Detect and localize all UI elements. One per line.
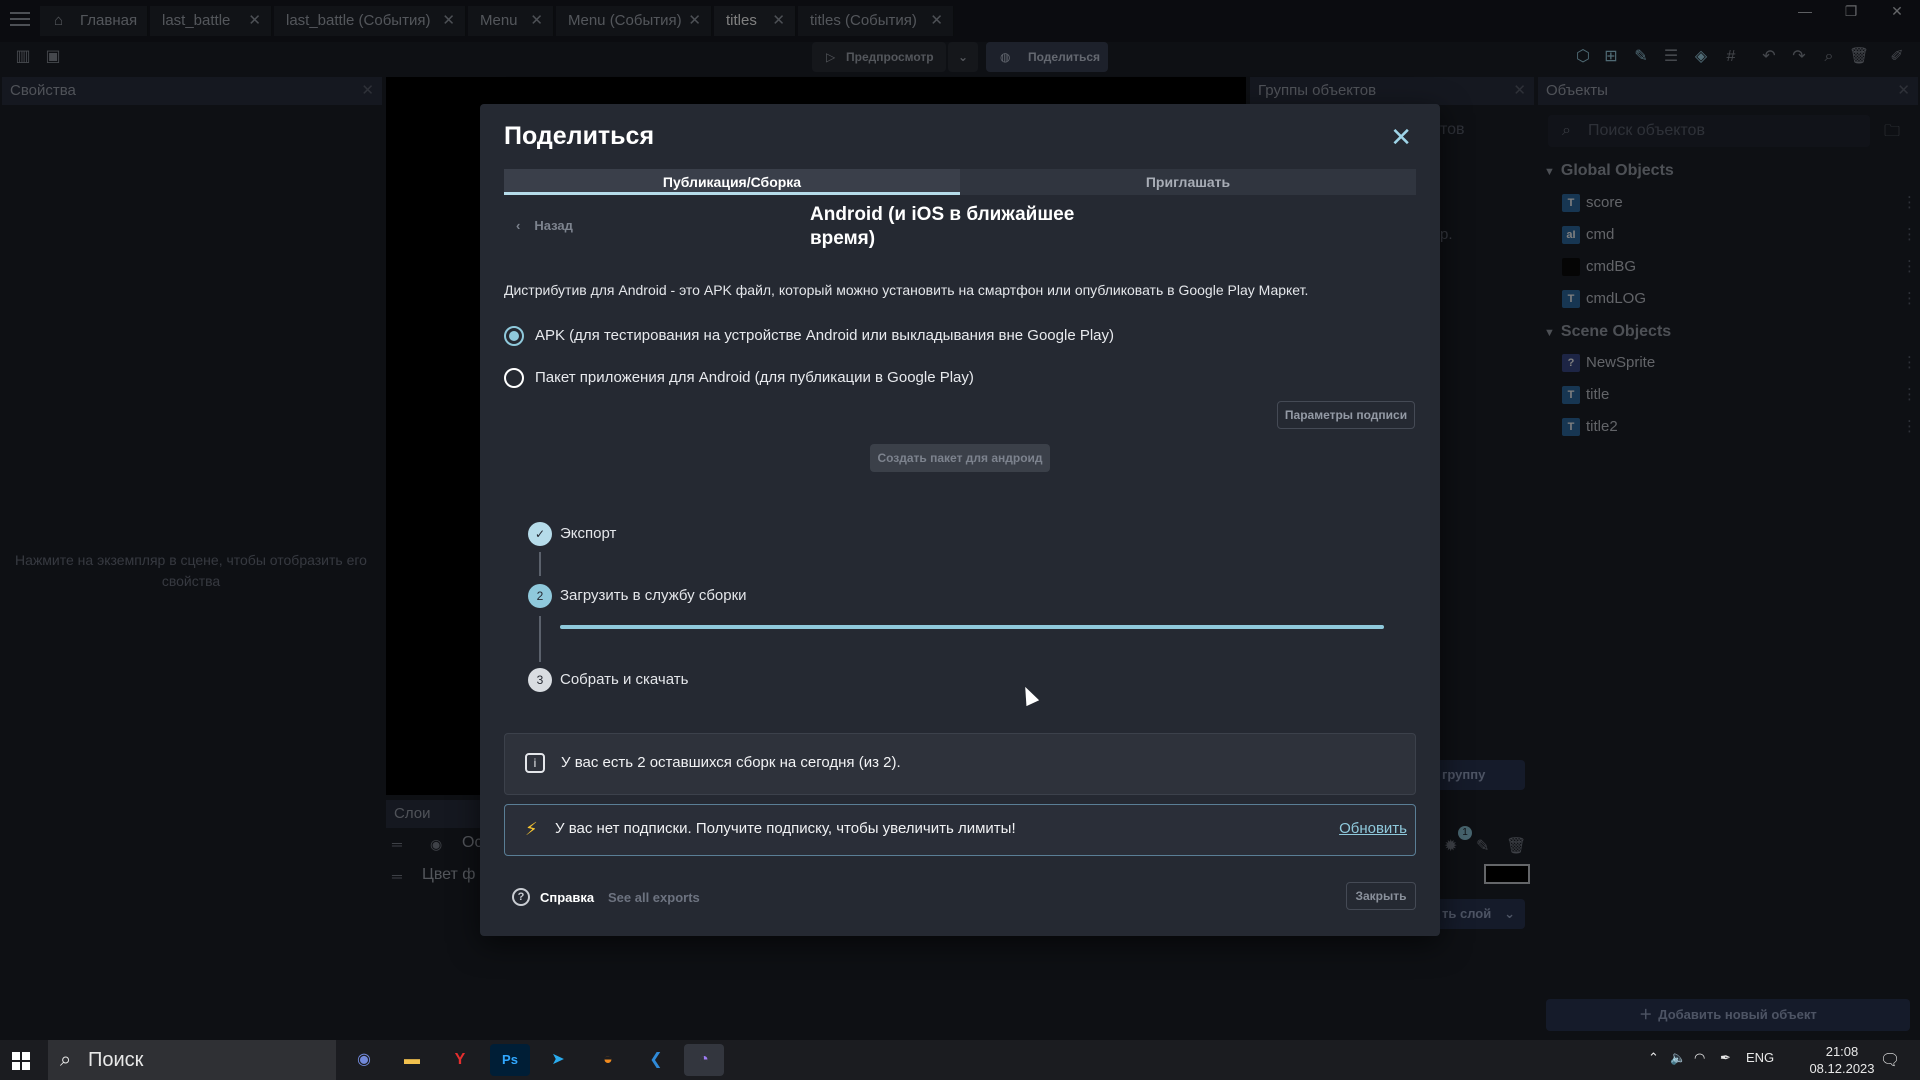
description-text: Дистрибутив для Android - это APK файл, … (504, 282, 1309, 298)
step-upload: 2 Загрузить в службу сборки (528, 584, 747, 608)
step-connector (539, 616, 541, 662)
build-android-button[interactable]: Создать пакет для андроид (870, 444, 1050, 472)
platform-heading: Android (и iOS в ближайшее время) (810, 204, 1075, 249)
telegram-icon[interactable]: ➤ (538, 1044, 578, 1076)
signing-settings-button[interactable]: Параметры подписи (1277, 401, 1415, 429)
share-dialog: Поделиться ✕ Публикация/Сборка Приглашат… (480, 104, 1440, 936)
info-icon: i (525, 753, 545, 773)
step-connector (539, 552, 541, 576)
question-icon: ? (512, 888, 530, 906)
subscription-box: ⚡ У вас нет подписки. Получите подписку,… (504, 804, 1416, 856)
notifications-icon[interactable]: 🗨 (1880, 1050, 1900, 1070)
app-icon[interactable]: ◒ (588, 1044, 628, 1076)
taskbar-search-input[interactable]: ⌕ Поиск (48, 1040, 336, 1080)
back-button[interactable]: ‹ Назад (516, 218, 573, 233)
yandex-browser-icon[interactable]: Y (440, 1044, 480, 1076)
close-dialog-button[interactable]: Закрыть (1346, 882, 1416, 910)
chevron-left-icon: ‹ (516, 218, 521, 233)
tab-invite[interactable]: Приглашать (960, 169, 1416, 195)
pen-icon[interactable]: ✒ (1720, 1050, 1731, 1066)
apk-radio[interactable]: APK (для тестирования на устройстве Andr… (504, 326, 1114, 346)
system-clock[interactable]: 21:08 08.12.2023 (1802, 1043, 1882, 1077)
step-export: ✓ Экспорт (528, 522, 616, 546)
discord-icon[interactable]: ◉ (344, 1044, 384, 1076)
file-explorer-icon[interactable]: ▬ (392, 1044, 432, 1076)
photoshop-icon[interactable]: Ps (490, 1044, 530, 1076)
gdevelop-icon[interactable]: ◔ (684, 1044, 724, 1076)
step-number-icon: 2 (528, 584, 552, 608)
lightning-icon: ⚡ (525, 819, 538, 839)
tab-publish[interactable]: Публикация/Сборка (504, 169, 960, 195)
chevron-up-icon[interactable]: ⌃ (1648, 1050, 1659, 1066)
upload-progress-bar (560, 625, 1384, 629)
search-icon: ⌕ (60, 1049, 72, 1071)
dialog-title: Поделиться (504, 122, 655, 150)
aab-radio[interactable]: Пакет приложения для Android (для публик… (504, 368, 974, 388)
vscode-icon[interactable]: ❮ (636, 1044, 676, 1076)
update-link[interactable]: Обновить (1339, 820, 1407, 837)
language-indicator[interactable]: ENG (1746, 1050, 1774, 1065)
see-all-exports-link[interactable]: See all exports (608, 890, 700, 905)
network-icon[interactable]: ◠ (1694, 1050, 1705, 1066)
dialog-tabs: Публикация/Сборка Приглашать (504, 169, 1416, 195)
step-build: 3 Собрать и скачать (528, 668, 688, 692)
volume-icon[interactable]: 🔈 (1670, 1050, 1686, 1066)
step-number-icon: 3 (528, 668, 552, 692)
radio-selected-icon (504, 326, 524, 346)
help-button[interactable]: ? Справка (512, 888, 594, 908)
checkmark-icon: ✓ (528, 522, 552, 546)
radio-unselected-icon (504, 368, 524, 388)
windows-start-icon[interactable] (12, 1052, 30, 1070)
builds-remaining-box: i У вас есть 2 оставшихся сборк на сегод… (504, 733, 1416, 795)
close-icon[interactable]: ✕ (1390, 122, 1412, 153)
